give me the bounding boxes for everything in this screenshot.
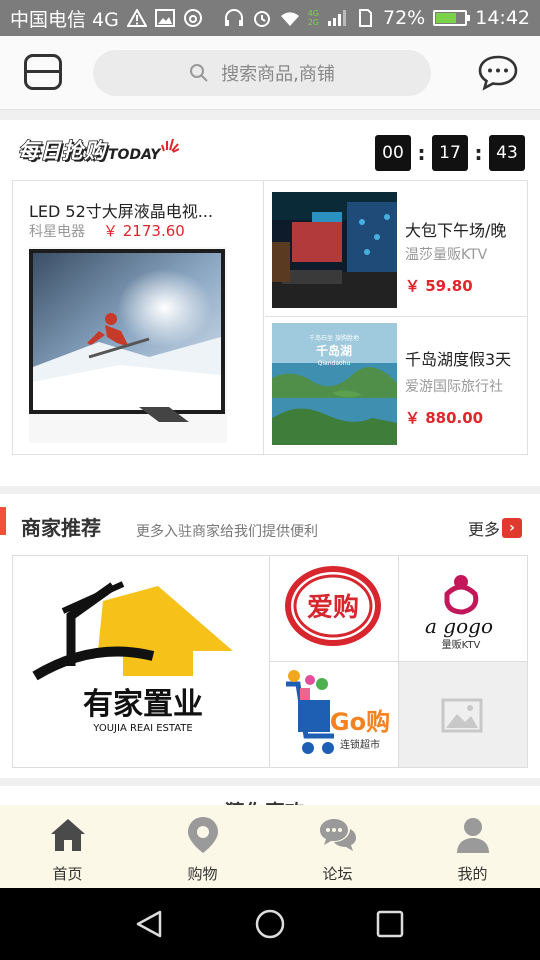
message-icon[interactable]	[478, 54, 518, 92]
youjia-sub: YOUJIA REAI ESTATE	[92, 723, 192, 734]
section-accent-bar	[0, 507, 6, 535]
deal-card-main[interactable]: LED 52寸大屏液晶电视... 科星电器 ￥ 2173.60	[13, 181, 264, 454]
more-label: 更多	[468, 520, 501, 539]
merchant-recommend-section: 商家推荐 更多入驻商家给我们提供便利 更多 › 有家置业 YOUJIA REAI…	[0, 494, 540, 778]
recents-icon[interactable]	[374, 908, 406, 940]
merchant-tile-agogo-ktv[interactable]: a gogo 量贩KTV	[399, 556, 527, 662]
tab-label: 我的	[457, 865, 488, 883]
youjia-name: 有家置业	[83, 687, 203, 722]
wifi-icon	[280, 12, 299, 26]
countdown-hours: 00	[375, 135, 411, 171]
deal-price: ￥ 59.80	[405, 277, 473, 295]
lake-caption-top: 千岛石坐 旅购胜地	[309, 334, 359, 342]
chat-bubbles-icon	[319, 819, 356, 851]
merchant-tile-gogou[interactable]: Go购 连锁超市	[270, 662, 399, 767]
sim-alert-icon	[126, 9, 147, 27]
more-merchants-link[interactable]: 更多 ›	[468, 516, 523, 540]
guess-you-like-section: 猜你喜欢	[0, 786, 540, 806]
battery-fill	[436, 13, 457, 23]
headphones-icon	[224, 9, 243, 26]
network-type: 4G 2G	[307, 9, 319, 27]
tab-label: 论坛	[322, 865, 353, 883]
gogou-name: Go购	[330, 708, 390, 736]
youjia-logo: 有家置业 YOUJIA REAI ESTATE	[32, 581, 233, 734]
user-icon	[456, 818, 489, 853]
deal-card-travel[interactable]: 千岛石坐 旅购胜地 千岛湖 Qiandaohu 千岛湖度假3天 爱游国际旅行社 …	[265, 318, 528, 454]
section-subtitle: 更多入驻商家给我们提供便利	[136, 524, 318, 540]
deal-store: 科星电器	[29, 224, 85, 240]
deal-price: ￥ 880.00	[405, 409, 484, 427]
deal-name: LED 52寸大屏液晶电视...	[29, 202, 214, 221]
home-icon	[50, 819, 85, 851]
category-menu-button[interactable]	[24, 54, 62, 90]
status-bar: 中国电信 4G 4G 2G 72% 14:42	[0, 0, 540, 36]
agogo-name: a gogo	[425, 614, 493, 638]
countdown-separator: :	[417, 141, 426, 165]
agogo-logo: a gogo 量贩KTV	[425, 575, 493, 651]
location-pin-icon	[187, 817, 218, 853]
search-placeholder: 搜索商品,商铺	[221, 64, 335, 85]
countdown-seconds: 43	[489, 135, 525, 171]
merchant-tile-youjia[interactable]: 有家置业 YOUJIA REAI ESTATE	[13, 556, 270, 767]
deal-card-ktv[interactable]: 大包下午场/晚 温莎量贩KTV ￥ 59.80	[265, 181, 528, 317]
flash-sale-title: 每日抢购 TODAY	[17, 133, 180, 165]
signal-icon	[328, 10, 346, 26]
system-nav-bar	[0, 888, 540, 960]
deal-store: 温莎量贩KTV	[405, 247, 488, 263]
battery-icon	[433, 10, 471, 26]
lake-travel-image: 千岛石坐 旅购胜地 千岛湖 Qiandaohu	[272, 323, 397, 445]
agogo-sub: 量贩KTV	[442, 638, 481, 651]
gogou-sub: 连锁超市	[340, 738, 380, 751]
tv-product-image	[29, 247, 227, 443]
tab-home[interactable]: 首页	[0, 805, 135, 888]
countdown-timer: 00 : 17 : 43	[375, 135, 525, 171]
merchant-tile-aigou[interactable]: 爱购	[270, 556, 399, 662]
battery-percent: 72%	[383, 7, 426, 29]
flash-sale-title-en: TODAY	[108, 147, 161, 163]
flash-sale-section: 每日抢购 TODAY 00 : 17 : 43 LED 52寸大屏液晶电视...…	[0, 120, 540, 486]
deal-store: 爱游国际旅行社	[405, 379, 503, 395]
carrier-label: 中国电信 4G	[10, 8, 119, 31]
aigou-logo: 爱购	[285, 566, 381, 646]
image-placeholder-icon	[441, 698, 483, 733]
merchant-grid: 有家置业 YOUJIA REAI ESTATE 爱购 a gogo 量贩KTV	[12, 555, 528, 768]
top-header: 搜索商品,商铺	[0, 36, 540, 110]
search-bar[interactable]: 搜索商品,商铺	[93, 50, 431, 96]
home-button-icon[interactable]	[254, 908, 286, 940]
sim-card-icon	[359, 9, 372, 27]
lake-caption-main: 千岛湖	[316, 343, 352, 358]
back-icon[interactable]	[134, 908, 166, 940]
flash-sale-title-cn: 每日抢购	[17, 138, 106, 164]
image-icon	[154, 9, 175, 27]
burst-icon	[161, 138, 180, 153]
deal-price: ￥ 2173.60	[103, 222, 185, 240]
search-icon	[190, 64, 208, 82]
countdown-separator: :	[474, 141, 483, 165]
netease-icon	[183, 9, 202, 27]
tab-label: 购物	[187, 865, 218, 883]
tab-forum[interactable]: 论坛	[270, 805, 405, 888]
deal-grid: LED 52寸大屏液晶电视... 科星电器 ￥ 2173.60 大包下午场/晚 …	[12, 180, 528, 455]
bottom-tab-bar: 首页 购物 论坛 我的	[0, 805, 540, 888]
chevron-right-icon: ›	[502, 518, 523, 538]
tab-shopping[interactable]: 购物	[135, 805, 270, 888]
tab-label: 首页	[52, 865, 83, 883]
clock: 14:42	[475, 7, 530, 29]
aigou-name: 爱购	[307, 593, 359, 623]
section-title: 商家推荐	[21, 516, 101, 540]
alarm-icon	[253, 11, 270, 27]
tab-mine[interactable]: 我的	[405, 805, 540, 888]
gogou-logo: Go购 连锁超市	[286, 670, 390, 754]
ktv-room-image	[272, 192, 397, 308]
countdown-minutes: 17	[432, 135, 468, 171]
merchant-tile-placeholder[interactable]	[399, 662, 527, 767]
deal-name: 千岛湖度假3天	[405, 350, 512, 369]
deal-name: 大包下午场/晚	[405, 221, 507, 240]
lake-caption-sub: Qiandaohu	[318, 360, 351, 367]
